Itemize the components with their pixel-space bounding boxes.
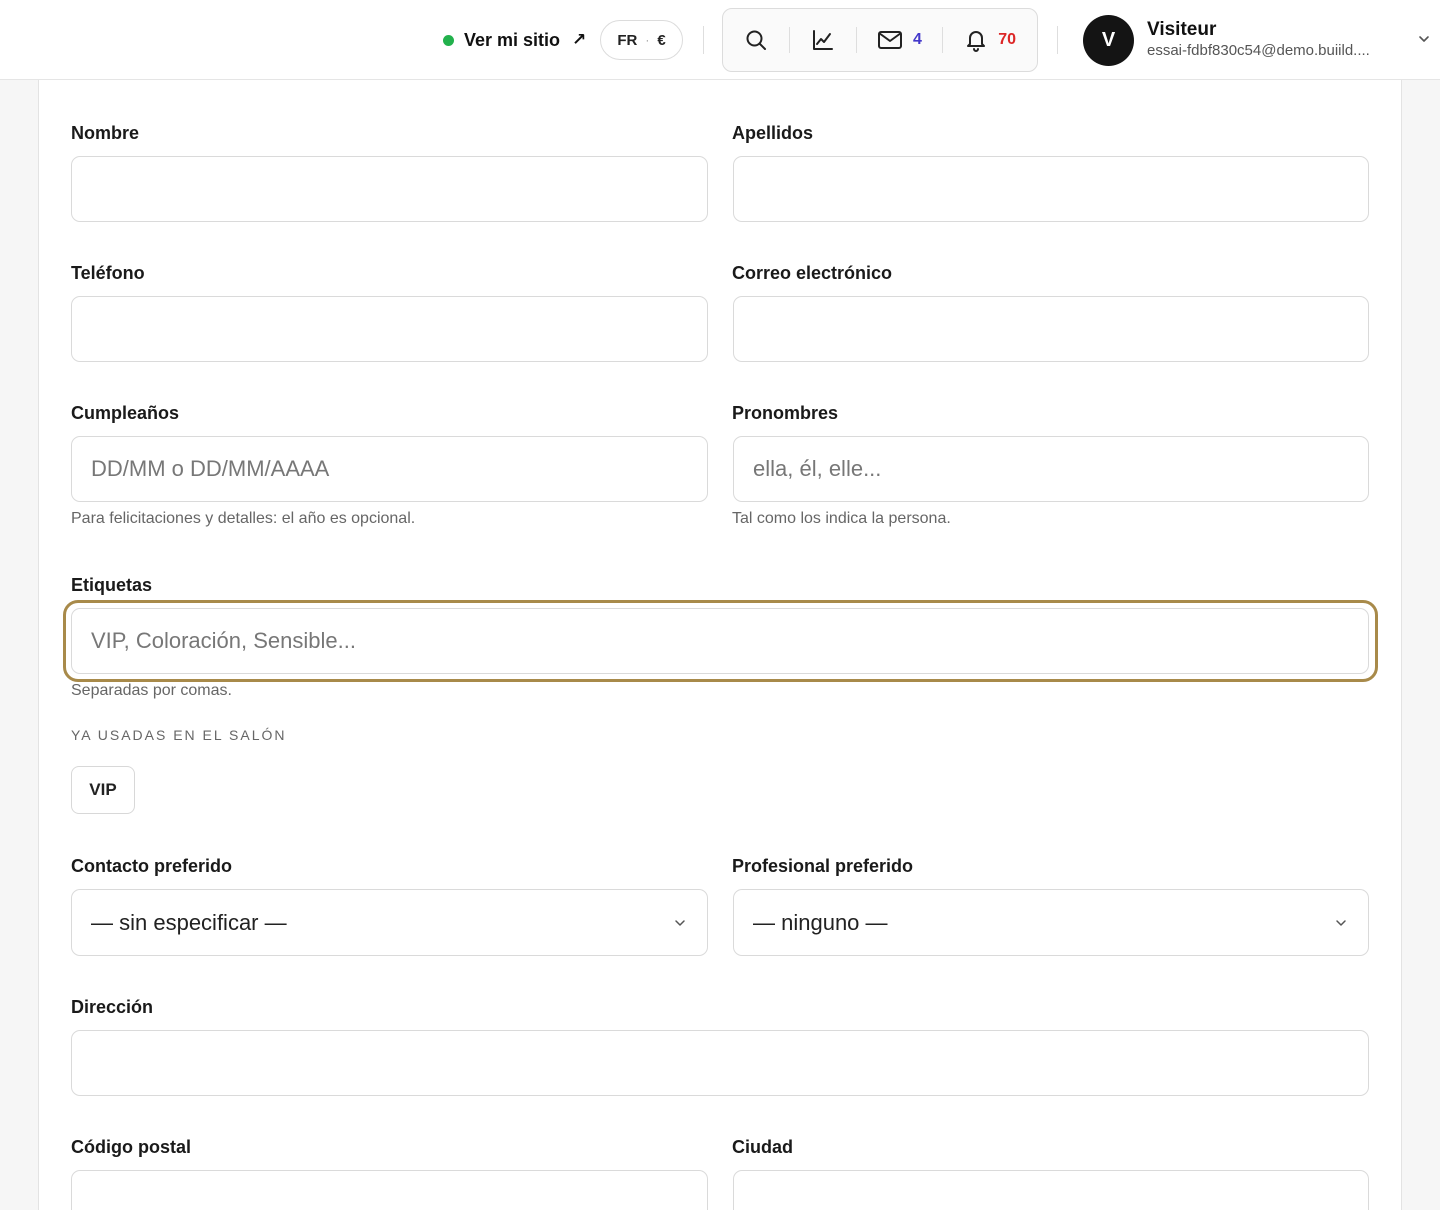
view-site-link[interactable]: Ver mi sitio ↗ [443, 26, 586, 54]
bell-icon [967, 31, 986, 52]
search-button[interactable] [723, 8, 789, 72]
tags-help: Separadas por comas. [71, 682, 232, 699]
email-label: Correo electrónico [732, 263, 893, 283]
preferred-staff-label: Profesional preferido [732, 856, 914, 876]
phone-label: Teléfono [71, 263, 145, 283]
first-name-input[interactable] [72, 157, 707, 221]
last-name-label: Apellidos [732, 123, 814, 143]
email-input[interactable] [734, 297, 1368, 361]
used-tags-caption: YA USADAS EN EL SALÓN [71, 727, 287, 743]
preferred-staff-select[interactable]: — ninguno — [733, 889, 1369, 956]
last-name-input[interactable] [734, 157, 1368, 221]
email-field [733, 296, 1369, 362]
view-site-label: Ver mi sitio [464, 29, 561, 50]
birthday-label: Cumpleaños [71, 403, 180, 423]
search-icon [746, 30, 766, 50]
preferred-contact-select[interactable]: — sin especificar — [71, 889, 708, 956]
postal-code-field [71, 1170, 708, 1210]
mail-icon [878, 31, 902, 49]
notification-count-badge: 70 [998, 31, 1017, 48]
address-label: Dirección [71, 997, 154, 1017]
line-chart-icon [812, 30, 833, 50]
preferred-contact-label: Contacto preferido [71, 856, 233, 876]
user-email: essai-fdbf830c54@demo.buiild.... [1147, 42, 1370, 59]
mail-count-badge: 4 [913, 31, 922, 48]
preferred-staff-value: — ninguno — [753, 909, 888, 935]
pronouns-help: Tal como los indica la persona. [732, 510, 951, 527]
city-label: Ciudad [732, 1137, 793, 1157]
birthday-help: Para felicitaciones y detalles: el año e… [71, 510, 416, 527]
pronouns-label: Pronombres [732, 403, 839, 423]
preferred-contact-value: — sin especificar — [91, 909, 287, 935]
postal-code-label: Código postal [71, 1137, 191, 1157]
stats-button[interactable] [790, 8, 856, 72]
language-code: FR [617, 31, 638, 49]
address-input[interactable] [72, 1031, 1368, 1095]
notifications-button[interactable]: 70 [943, 8, 1037, 72]
tags-label: Etiquetas [71, 575, 153, 595]
city-field [733, 1170, 1369, 1210]
last-name-field [733, 156, 1369, 222]
online-status-dot [443, 34, 454, 46]
chevron-down-icon [1336, 920, 1346, 926]
phone-input[interactable] [72, 297, 707, 361]
first-name-field [71, 156, 708, 222]
pronouns-input[interactable] [734, 437, 1368, 501]
locale-currency-switcher[interactable]: FR · € [600, 20, 683, 60]
tag-chip-vip[interactable]: VIP [71, 766, 135, 814]
divider [703, 26, 704, 54]
tags-field [71, 608, 1369, 674]
tags-input[interactable] [72, 609, 1368, 673]
top-bar: Ver mi sitio ↗ FR · € 4 70 V Visiteur es… [0, 0, 1440, 80]
birthday-input[interactable] [72, 437, 707, 501]
chevron-down-icon [675, 920, 685, 926]
birthday-field [71, 436, 708, 502]
user-name: Visiteur [1147, 19, 1217, 40]
first-name-label: Nombre [71, 123, 140, 143]
header-actions: 4 70 [722, 8, 1038, 72]
pronouns-field [733, 436, 1369, 502]
external-link-icon: ↗ [572, 30, 587, 49]
avatar[interactable]: V [1083, 15, 1134, 66]
locale-separator: · [645, 33, 650, 47]
currency-symbol: € [657, 31, 666, 49]
phone-field [71, 296, 708, 362]
chevron-down-icon[interactable] [1417, 32, 1431, 46]
messages-button[interactable]: 4 [857, 8, 943, 72]
divider [1057, 26, 1058, 54]
address-field [71, 1030, 1369, 1096]
postal-code-input[interactable] [72, 1171, 707, 1210]
city-input[interactable] [734, 1171, 1368, 1210]
